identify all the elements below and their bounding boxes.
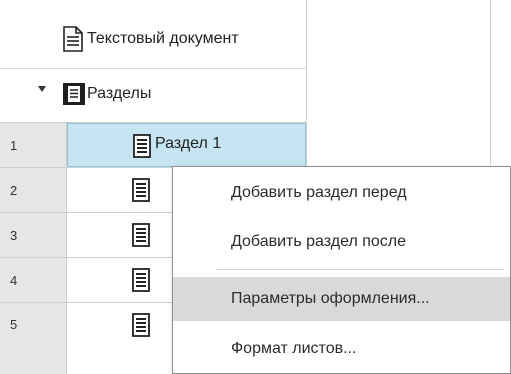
tree-item-sections[interactable]: Разделы: [0, 68, 306, 122]
menu-item-add-section-before[interactable]: Добавить раздел перед: [173, 171, 510, 215]
document-icon: [63, 26, 83, 52]
row-number: 1: [0, 123, 67, 167]
section-document-icon: [132, 268, 150, 292]
row-content[interactable]: Раздел 1: [67, 123, 306, 167]
row-number: 2: [0, 168, 67, 212]
menu-item-layout-settings[interactable]: Параметры оформления...: [173, 277, 510, 321]
folder-document-icon: [63, 83, 85, 105]
section-document-icon: [133, 134, 151, 158]
row-number: 4: [0, 258, 67, 302]
section-document-icon: [132, 313, 150, 337]
context-menu: Добавить раздел перед Добавить раздел по…: [172, 166, 511, 374]
tree-item-document[interactable]: Текстовый документ: [0, 14, 306, 68]
app-window: Текстовый документ Разделы 1 Раздел 1 2 …: [0, 0, 511, 374]
tree-item-document-label: Текстовый документ: [87, 30, 239, 47]
column-divider: [490, 0, 491, 165]
expand-caret-icon[interactable]: [38, 86, 46, 92]
section-document-icon: [132, 223, 150, 247]
menu-item-sheet-format[interactable]: Формат листов...: [173, 327, 510, 371]
row-label: Раздел 1: [155, 135, 222, 152]
menu-item-add-section-after[interactable]: Добавить раздел после: [173, 220, 510, 264]
tree-item-sections-label: Разделы: [87, 85, 152, 102]
section-document-icon: [132, 178, 150, 202]
menu-separator: [217, 269, 504, 270]
table-row[interactable]: 1 Раздел 1: [0, 122, 306, 167]
row-number: 3: [0, 213, 67, 257]
row-number: 5: [0, 303, 67, 374]
